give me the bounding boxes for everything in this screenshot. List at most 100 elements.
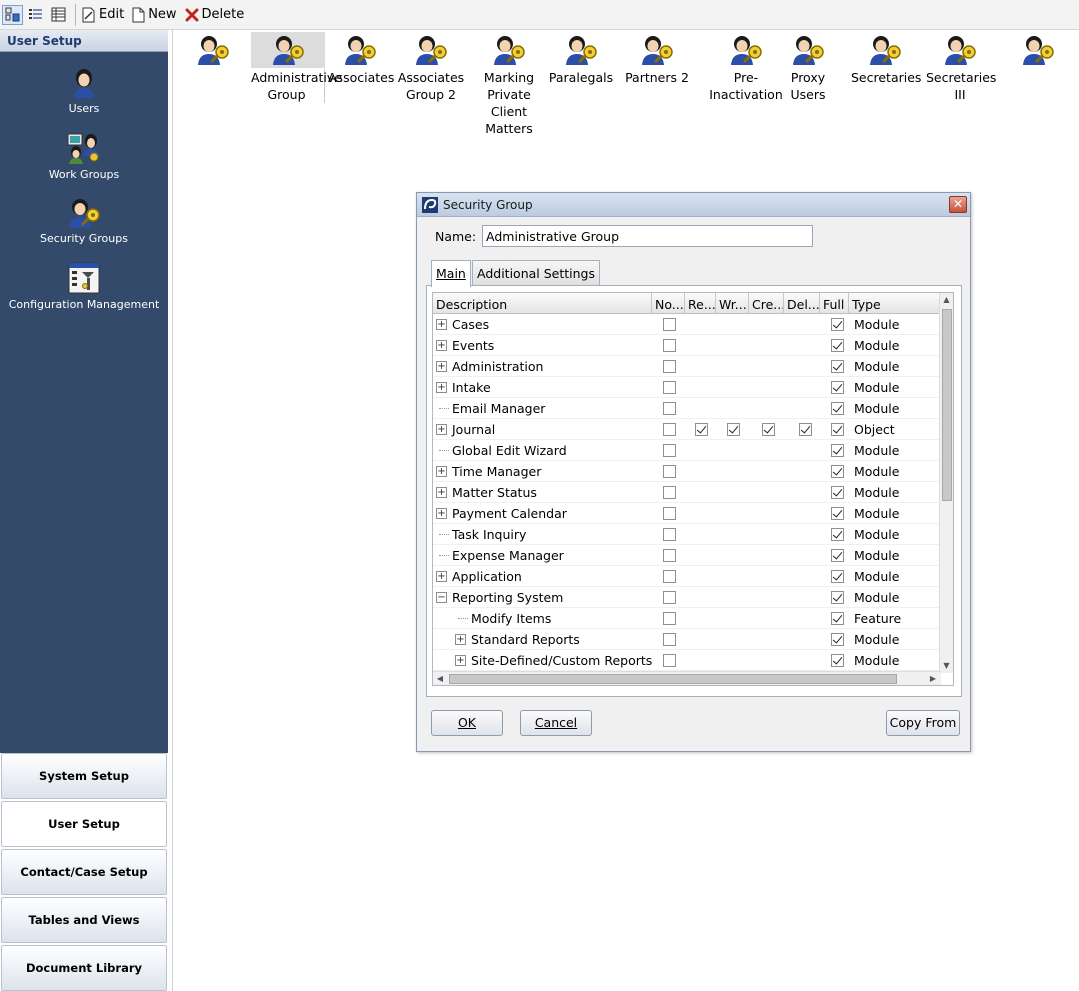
none-checkbox[interactable]: [663, 318, 676, 331]
column-header-none[interactable]: No...: [652, 293, 685, 313]
group-item[interactable]: Proxy Users: [783, 32, 833, 103]
group-item[interactable]: [1016, 32, 1060, 68]
expand-icon[interactable]: +: [436, 466, 447, 477]
tab-main[interactable]: Main: [431, 260, 471, 287]
expand-icon[interactable]: +: [436, 508, 447, 519]
vertical-scrollbar[interactable]: ▲ ▼: [939, 293, 953, 673]
nav-tables-and-views[interactable]: Tables and Views: [1, 897, 167, 943]
none-checkbox[interactable]: [663, 528, 676, 541]
table-row[interactable]: + Administration Module: [433, 356, 941, 377]
scroll-down-arrow-icon[interactable]: ▼: [940, 659, 953, 673]
table-row[interactable]: + Journal Object: [433, 419, 941, 440]
nav-system-setup[interactable]: System Setup: [1, 753, 167, 799]
none-checkbox[interactable]: [663, 360, 676, 373]
column-header-full[interactable]: Full: [820, 293, 849, 313]
none-checkbox[interactable]: [663, 444, 676, 457]
group-item[interactable]: Secretaries III: [926, 32, 996, 103]
scroll-right-arrow-icon[interactable]: ▶: [926, 672, 940, 685]
table-row[interactable]: + Intake Module: [433, 377, 941, 398]
table-row[interactable]: − Reporting System Module: [433, 587, 941, 608]
full-checkbox[interactable]: [831, 402, 844, 415]
expand-icon[interactable]: +: [436, 340, 447, 351]
table-row[interactable]: + Application Module: [433, 566, 941, 587]
full-checkbox[interactable]: [831, 465, 844, 478]
expand-icon[interactable]: +: [436, 361, 447, 372]
table-row[interactable]: + Events Module: [433, 335, 941, 356]
expand-icon[interactable]: +: [436, 487, 447, 498]
expand-icon[interactable]: +: [455, 634, 466, 645]
full-checkbox[interactable]: [831, 444, 844, 457]
ok-button[interactable]: OK: [431, 710, 503, 736]
none-checkbox[interactable]: [663, 423, 676, 436]
horizontal-scrollbar[interactable]: ◀ ▶: [433, 671, 941, 685]
full-checkbox[interactable]: [831, 612, 844, 625]
full-checkbox[interactable]: [831, 339, 844, 352]
column-header-create[interactable]: Cre...: [749, 293, 784, 313]
create-checkbox[interactable]: [762, 423, 775, 436]
collapse-icon[interactable]: −: [436, 592, 447, 603]
expand-icon[interactable]: +: [436, 382, 447, 393]
none-checkbox[interactable]: [663, 570, 676, 583]
sidebar-item-users[interactable]: Users: [0, 68, 168, 115]
full-checkbox[interactable]: [831, 570, 844, 583]
full-checkbox[interactable]: [831, 381, 844, 394]
table-row[interactable]: Modify Items Feature: [433, 608, 941, 629]
nav-user-setup[interactable]: User Setup: [1, 801, 167, 847]
column-header-write[interactable]: Wr...: [716, 293, 749, 313]
edit-button[interactable]: Edit: [82, 7, 124, 23]
scroll-left-arrow-icon[interactable]: ◀: [433, 672, 447, 685]
column-header-description[interactable]: Description: [433, 293, 652, 313]
list-view-button[interactable]: [25, 5, 46, 25]
full-checkbox[interactable]: [831, 423, 844, 436]
none-checkbox[interactable]: [663, 633, 676, 646]
group-item[interactable]: Associates Group 2: [396, 32, 466, 103]
group-item[interactable]: Partners 2: [624, 32, 690, 86]
group-item[interactable]: Pre-Inactivation: [700, 32, 792, 103]
dialog-title-bar[interactable]: Security Group ✕: [417, 193, 970, 217]
group-item[interactable]: Associates: [328, 32, 394, 86]
group-item[interactable]: Secretaries: [851, 32, 921, 86]
sidebar-item-work-groups[interactable]: Work Groups: [0, 132, 168, 181]
new-button[interactable]: New: [132, 7, 177, 23]
full-checkbox[interactable]: [831, 549, 844, 562]
full-checkbox[interactable]: [831, 633, 844, 646]
table-row[interactable]: + Cases Module: [433, 314, 941, 335]
read-checkbox[interactable]: [695, 423, 708, 436]
close-button[interactable]: ✕: [949, 196, 967, 213]
group-item-selected[interactable]: Administrative Group: [251, 32, 342, 103]
table-row[interactable]: + Time Manager Module: [433, 461, 941, 482]
full-checkbox[interactable]: [831, 507, 844, 520]
table-row[interactable]: Email Manager Module: [433, 398, 941, 419]
full-checkbox[interactable]: [831, 528, 844, 541]
table-row[interactable]: + Payment Calendar Module: [433, 503, 941, 524]
none-checkbox[interactable]: [663, 591, 676, 604]
expand-icon[interactable]: +: [436, 571, 447, 582]
nav-document-library[interactable]: Document Library: [1, 945, 167, 991]
none-checkbox[interactable]: [663, 549, 676, 562]
none-checkbox[interactable]: [663, 402, 676, 415]
expand-icon[interactable]: +: [436, 424, 447, 435]
delete-button[interactable]: Delete: [185, 7, 244, 22]
full-checkbox[interactable]: [831, 591, 844, 604]
expand-icon[interactable]: +: [436, 319, 447, 330]
full-checkbox[interactable]: [831, 360, 844, 373]
none-checkbox[interactable]: [663, 486, 676, 499]
cancel-button[interactable]: Cancel: [520, 710, 592, 736]
delete-checkbox[interactable]: [799, 423, 812, 436]
table-row[interactable]: + Site-Defined/Custom Reports Module: [433, 650, 941, 671]
none-checkbox[interactable]: [663, 507, 676, 520]
none-checkbox[interactable]: [663, 339, 676, 352]
copy-from-button[interactable]: Copy From: [886, 710, 960, 736]
none-checkbox[interactable]: [663, 612, 676, 625]
full-checkbox[interactable]: [831, 318, 844, 331]
table-row[interactable]: + Matter Status Module: [433, 482, 941, 503]
column-header-type[interactable]: Type: [849, 293, 941, 313]
table-row[interactable]: Global Edit Wizard Module: [433, 440, 941, 461]
full-checkbox[interactable]: [831, 486, 844, 499]
sidebar-item-security-groups[interactable]: Security Groups: [0, 198, 168, 245]
none-checkbox[interactable]: [663, 381, 676, 394]
tab-additional-settings[interactable]: Additional Settings: [472, 260, 600, 286]
table-row[interactable]: Expense Manager Module: [433, 545, 941, 566]
large-icons-view-button[interactable]: [2, 4, 23, 25]
expand-icon[interactable]: +: [455, 655, 466, 666]
